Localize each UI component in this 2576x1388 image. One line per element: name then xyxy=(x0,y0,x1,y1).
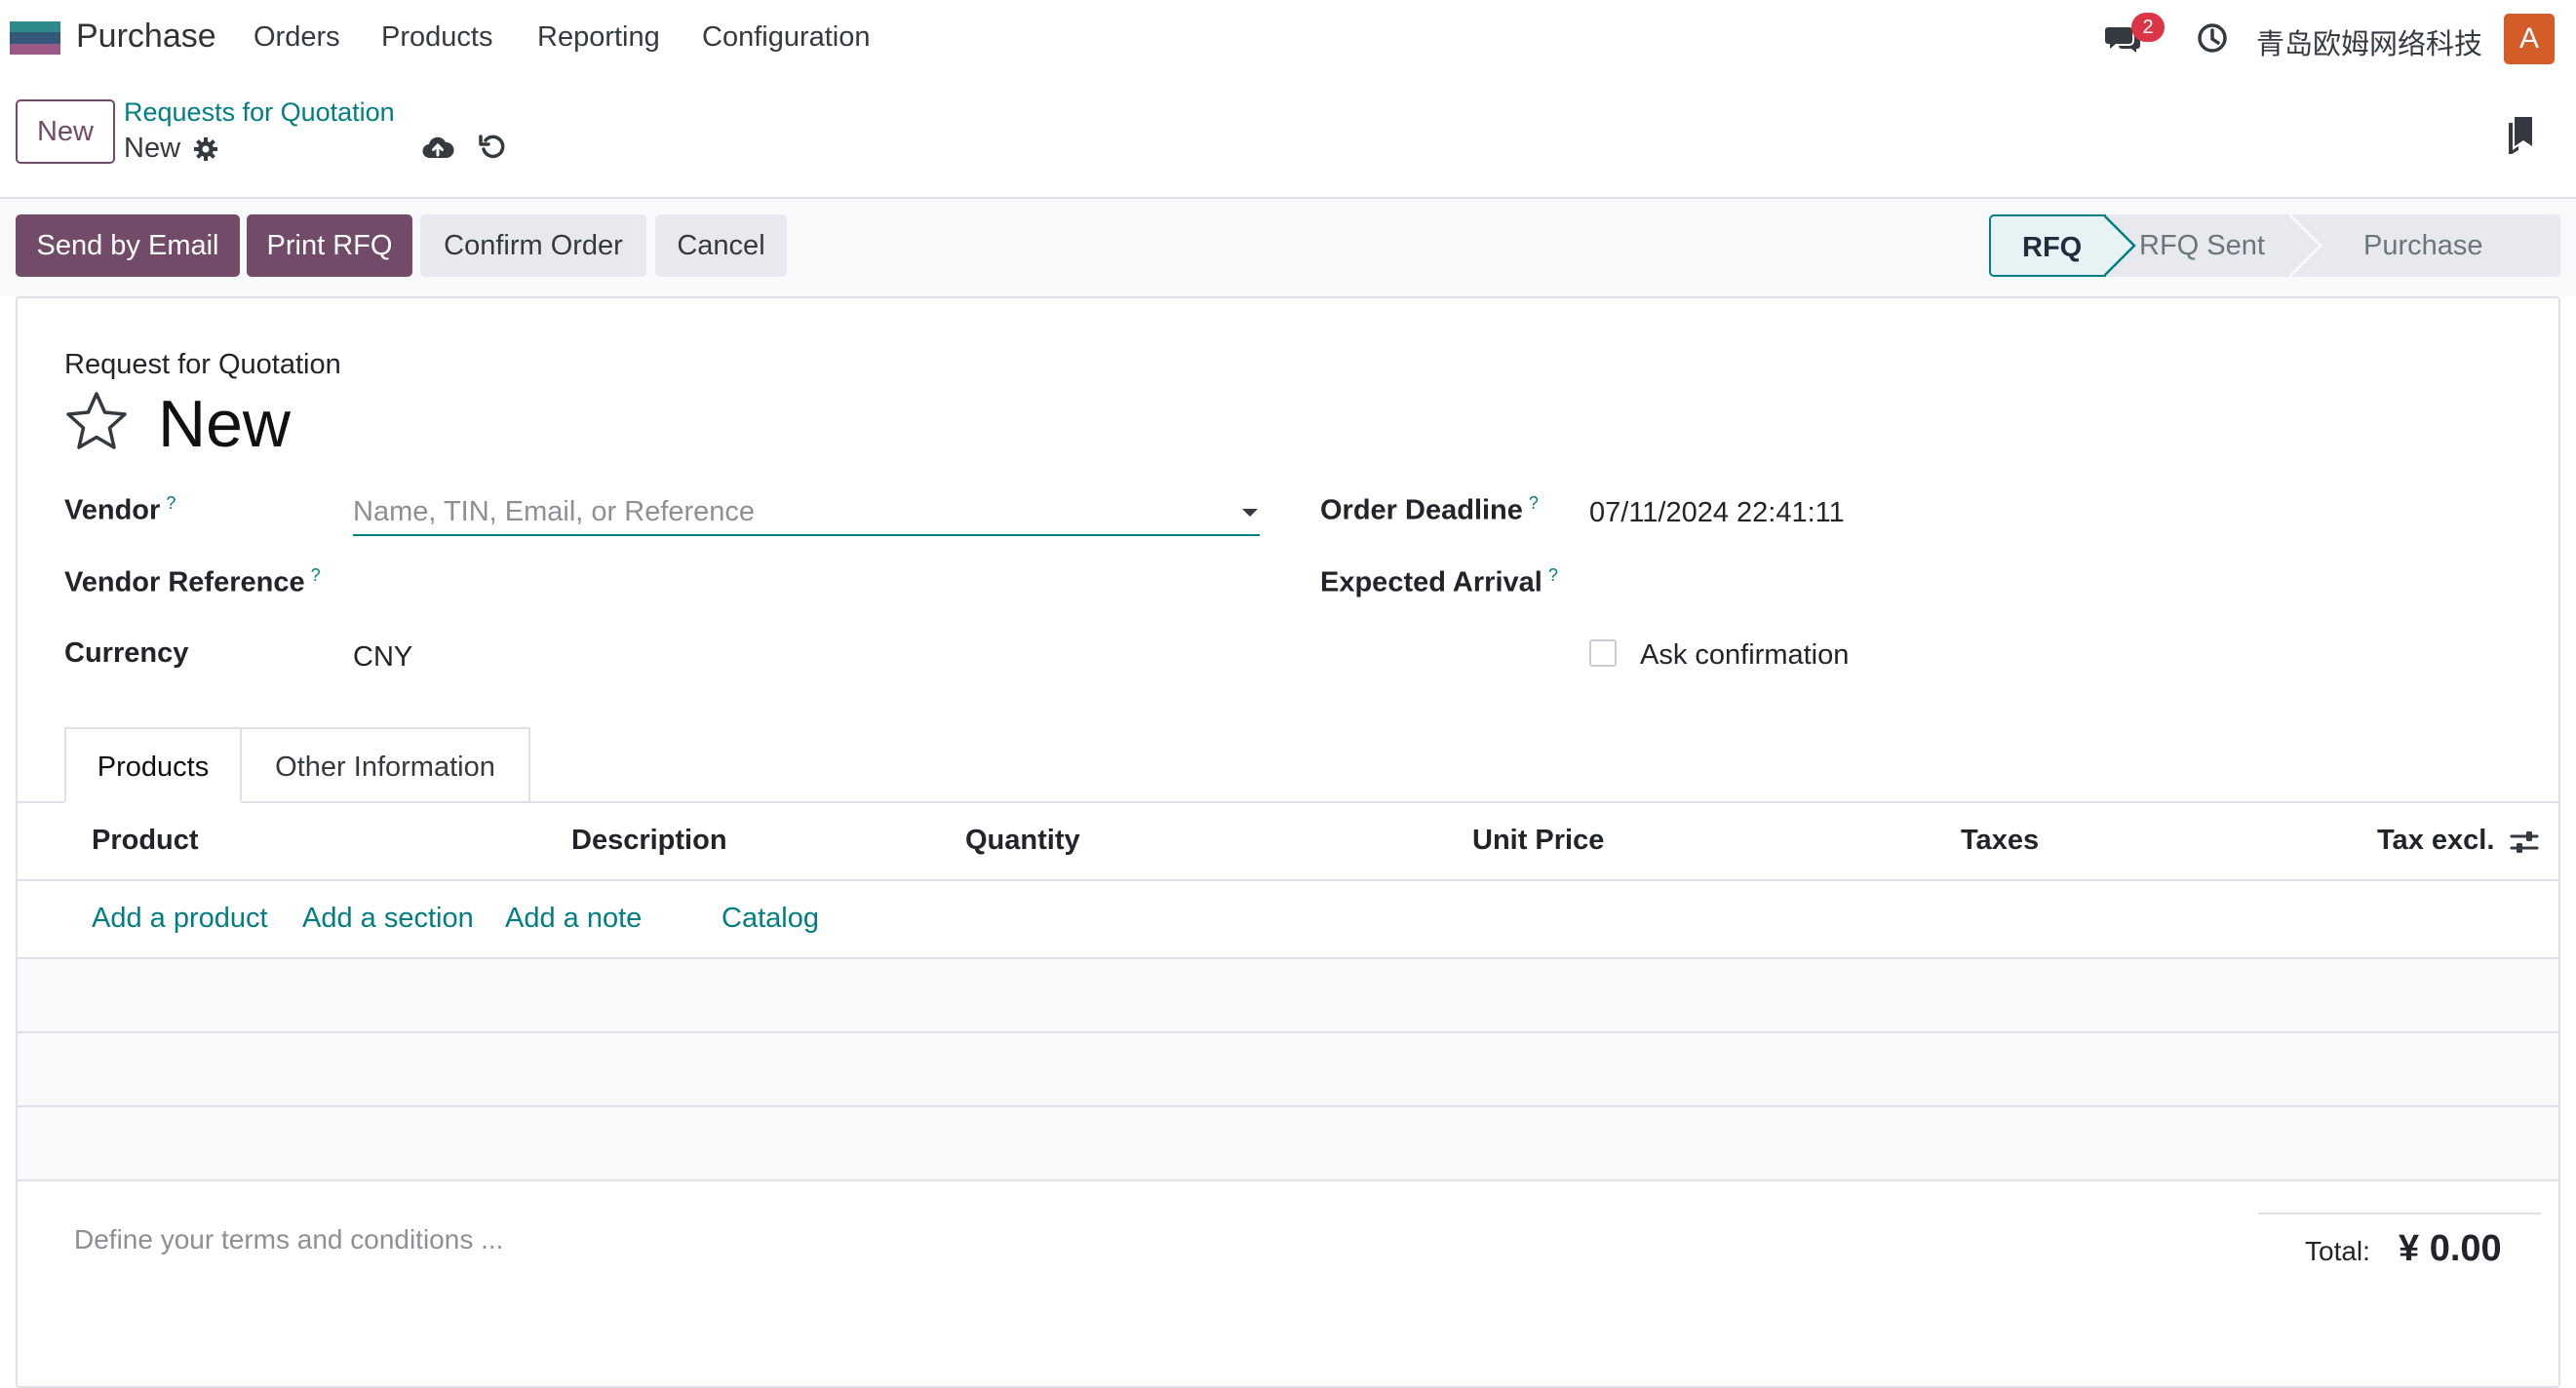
ask-confirmation-label[interactable]: Ask confirmation xyxy=(1640,639,1849,672)
confirm-order-button[interactable]: Confirm Order xyxy=(420,214,646,277)
column-quantity[interactable]: Quantity xyxy=(965,825,1080,857)
menu-reporting[interactable]: Reporting xyxy=(537,21,660,54)
tab-products[interactable]: Products xyxy=(64,727,242,803)
column-taxes[interactable]: Taxes xyxy=(1961,825,2039,857)
stage-separator-icon xyxy=(2289,214,2323,277)
chat-badge: 2 xyxy=(2131,13,2165,42)
print-rfq-button[interactable]: Print RFQ xyxy=(247,214,412,277)
column-settings-icon[interactable] xyxy=(2510,829,2539,856)
column-unit-price[interactable]: Unit Price xyxy=(1472,825,1604,857)
total-label: Total: xyxy=(2305,1236,2370,1266)
stage-purchase-order[interactable]: Purchase Order xyxy=(2321,214,2560,324)
currency-field[interactable]: CNY xyxy=(353,641,412,674)
menu-products[interactable]: Products xyxy=(381,21,492,54)
vendor-label: Vendor? xyxy=(64,493,176,526)
clock-icon[interactable] xyxy=(2196,21,2229,55)
order-lines-header: Product Description Quantity Unit Price … xyxy=(18,803,2558,881)
gear-icon[interactable] xyxy=(193,136,218,162)
menu-orders[interactable]: Orders xyxy=(254,21,340,54)
add-section-link[interactable]: Add a section xyxy=(302,903,474,935)
company-switcher[interactable]: 青岛欧姆网络科技 xyxy=(2256,21,2482,62)
terms-and-conditions-field[interactable]: Define your terms and conditions ... xyxy=(74,1224,503,1255)
catalog-link[interactable]: Catalog xyxy=(722,903,819,935)
bookmark-icon[interactable] xyxy=(2506,115,2535,154)
form-sheet: Request for Quotation New Vendor? Vendor… xyxy=(16,296,2560,1388)
top-navbar: Purchase Orders Products Reporting Confi… xyxy=(0,0,2576,78)
add-note-link[interactable]: Add a note xyxy=(505,903,642,935)
total-summary: Total: ¥ 0.00 xyxy=(2258,1213,2541,1291)
breadcrumb-current: New xyxy=(124,133,181,164)
form-title: New xyxy=(158,387,292,461)
cloud-upload-icon[interactable] xyxy=(421,133,454,162)
tab-other-information[interactable]: Other Information xyxy=(240,727,530,803)
column-product[interactable]: Product xyxy=(92,825,199,857)
statusbar: Send by Email Print RFQ Confirm Order Ca… xyxy=(0,199,2576,324)
expected-arrival-label: Expected Arrival? xyxy=(1320,565,1558,598)
send-by-email-button[interactable]: Send by Email xyxy=(16,214,240,277)
column-tax-excl[interactable]: Tax excl. xyxy=(2377,825,2494,857)
chevron-down-icon[interactable] xyxy=(1240,507,1260,519)
vendor-input[interactable] xyxy=(353,489,1260,536)
control-panel: New Requests for Quotation New xyxy=(0,78,2576,199)
empty-row xyxy=(18,959,2558,1033)
app-logo-icon[interactable] xyxy=(10,21,60,55)
add-lines-row: Add a product Add a section Add a note C… xyxy=(18,881,2558,959)
order-deadline-label: Order Deadline? xyxy=(1320,493,1539,526)
empty-row xyxy=(18,1107,2558,1181)
currency-label: Currency xyxy=(64,637,189,669)
stage-arrow-icon xyxy=(2104,214,2136,277)
star-icon[interactable] xyxy=(64,390,129,454)
column-description[interactable]: Description xyxy=(571,825,727,857)
add-product-link[interactable]: Add a product xyxy=(92,903,268,935)
menu-configuration[interactable]: Configuration xyxy=(702,21,871,54)
stage-rfq-current[interactable]: RFQ xyxy=(1989,214,2106,277)
form-type-label: Request for Quotation xyxy=(64,349,341,380)
ask-confirmation-checkbox[interactable] xyxy=(1589,639,1617,667)
total-value: ¥ 0.00 xyxy=(2399,1228,2502,1269)
user-avatar[interactable]: A xyxy=(2504,14,2555,64)
order-deadline-field[interactable]: 07/11/2024 22:41:11 xyxy=(1589,497,1845,529)
discard-icon[interactable] xyxy=(478,133,507,162)
cancel-button[interactable]: Cancel xyxy=(655,214,787,277)
app-name[interactable]: Purchase xyxy=(76,18,216,56)
vendor-reference-label: Vendor Reference? xyxy=(64,565,321,598)
new-button[interactable]: New xyxy=(16,99,115,164)
empty-row xyxy=(18,1033,2558,1107)
breadcrumb-rfq-link[interactable]: Requests for Quotation xyxy=(124,97,395,128)
